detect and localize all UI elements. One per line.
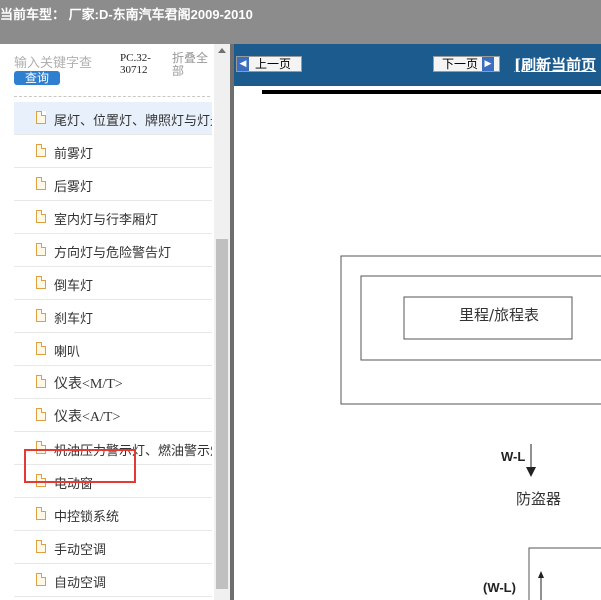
document-icon [36, 177, 46, 190]
collapse-all-button[interactable]: 折叠全部 [172, 52, 212, 78]
tree-item-meter-mt[interactable]: 仪表<M/T> [14, 366, 212, 399]
wire-arrow-up-icon [538, 571, 544, 578]
tree-item-rear-fog-lamp[interactable]: 后雾灯 [14, 168, 212, 201]
arrow-right-icon: ▶ [482, 57, 495, 71]
meter-outer-box [340, 255, 601, 405]
tree-item-manual-ac[interactable]: 手动空调 [14, 531, 212, 564]
prev-page-button[interactable]: ◀ 上一页 [236, 56, 302, 72]
next-page-button[interactable]: 下一页 ▶ [433, 56, 500, 72]
scroll-up-arrow-icon[interactable] [218, 48, 226, 53]
odometer-label: 里程/旅程表 [459, 306, 539, 324]
wire-arrow-down-icon [526, 467, 536, 477]
wire-label-wl-bracketed: (W-L) [483, 580, 516, 595]
tree-item-interior-trunk-lamp[interactable]: 室内灯与行李厢灯 [14, 201, 212, 234]
prev-page-label: 上一页 [255, 57, 292, 71]
diagram-top-rule [262, 90, 601, 94]
tree-item-reverse-lamp[interactable]: 倒车灯 [14, 267, 212, 300]
document-icon [36, 210, 46, 223]
page-nav-bar: ◀ 上一页 下一页 ▶ [刷新当前页 [234, 44, 601, 86]
tree-item-label: 方向灯与危险警告灯 [54, 246, 172, 261]
document-icon [36, 243, 46, 256]
tree-item-label: 机油压力警示灯、燃油警示灯 [54, 444, 212, 459]
document-icon [36, 573, 46, 586]
tree-item-label: 喇叭 [54, 345, 81, 360]
document-icon [36, 309, 46, 322]
tree-item-label: 倒车灯 [54, 279, 94, 294]
tree-item-label: 前雾灯 [54, 147, 94, 162]
content-panel: ◀ 上一页 下一页 ▶ [刷新当前页 里程/旅程表 W-L 防盗器 (W-L) [234, 44, 601, 600]
refresh-page-link[interactable]: [刷新当前页 [514, 54, 596, 75]
search-button[interactable]: 查询 [14, 71, 60, 85]
scroll-thumb[interactable] [216, 239, 228, 589]
tree-item-taillights[interactable]: 尾灯、位置灯、牌照灯与灯光 [14, 102, 212, 135]
tree-item-power-window[interactable]: 电动窗 [14, 465, 212, 498]
tree-item-label: 后雾灯 [54, 180, 94, 195]
tree-item-label: 仪表<M/T> [54, 377, 123, 392]
arrow-left-icon: ◀ [237, 57, 249, 71]
topic-tree: 尾灯、位置灯、牌照灯与灯光 前雾灯 后雾灯 室内灯与行李厢灯 方向灯与危险警告灯… [14, 102, 212, 597]
tree-item-label: 尾灯、位置灯、牌照灯与灯光 [54, 114, 212, 129]
tree-item-label: 室内灯与行李厢灯 [54, 213, 159, 228]
document-icon [36, 507, 46, 520]
wiring-diagram: 里程/旅程表 W-L 防盗器 (W-L) [262, 90, 601, 600]
pc-code-label: PC.32-30712 [120, 52, 151, 76]
search-input[interactable] [14, 54, 116, 72]
document-icon [36, 276, 46, 289]
document-icon [36, 540, 46, 553]
document-icon [36, 111, 46, 124]
tree-item-label: 电动窗 [54, 477, 94, 492]
tree-item-meter-at[interactable]: 仪表<A/T> [14, 399, 212, 432]
tree-item-turn-hazard-lamp[interactable]: 方向灯与危险警告灯 [14, 234, 212, 267]
next-page-label: 下一页 [442, 57, 479, 71]
left-panel: 查询 PC.32-30712 折叠全部 尾灯、位置灯、牌照灯与灯光 前雾灯 后雾… [0, 44, 232, 600]
tree-item-label: 刹车灯 [54, 312, 94, 327]
current-vehicle-title: 当前车型： 厂家:D-东南汽车君阁2009-2010 [0, 7, 253, 22]
tree-item-label: 仪表<A/T> [54, 410, 121, 425]
divider [14, 96, 210, 97]
document-icon [36, 408, 46, 421]
document-icon [36, 441, 46, 454]
tree-item-oil-fuel-warning[interactable]: 机油压力警示灯、燃油警示灯 [14, 432, 212, 465]
tree-item-front-fog-lamp[interactable]: 前雾灯 [14, 135, 212, 168]
tree-item-label: 中控锁系统 [54, 510, 120, 525]
antitheft-label: 防盗器 [516, 490, 561, 508]
tree-item-horn[interactable]: 喇叭 [14, 333, 212, 366]
title-bar: 当前车型： 厂家:D-东南汽车君阁2009-2010 [0, 0, 601, 44]
tree-item-auto-ac[interactable]: 自动空调 [14, 564, 212, 597]
tree-item-label: 自动空调 [54, 576, 107, 591]
tree-item-central-lock[interactable]: 中控锁系统 [14, 498, 212, 531]
document-icon [36, 474, 46, 487]
tree-item-label: 手动空调 [54, 543, 107, 558]
document-icon [36, 375, 46, 388]
wire-label-wl: W-L [501, 449, 525, 464]
document-icon [36, 342, 46, 355]
sidebar-scrollbar[interactable] [214, 44, 230, 600]
document-icon [36, 144, 46, 157]
tree-item-brake-lamp[interactable]: 刹车灯 [14, 300, 212, 333]
